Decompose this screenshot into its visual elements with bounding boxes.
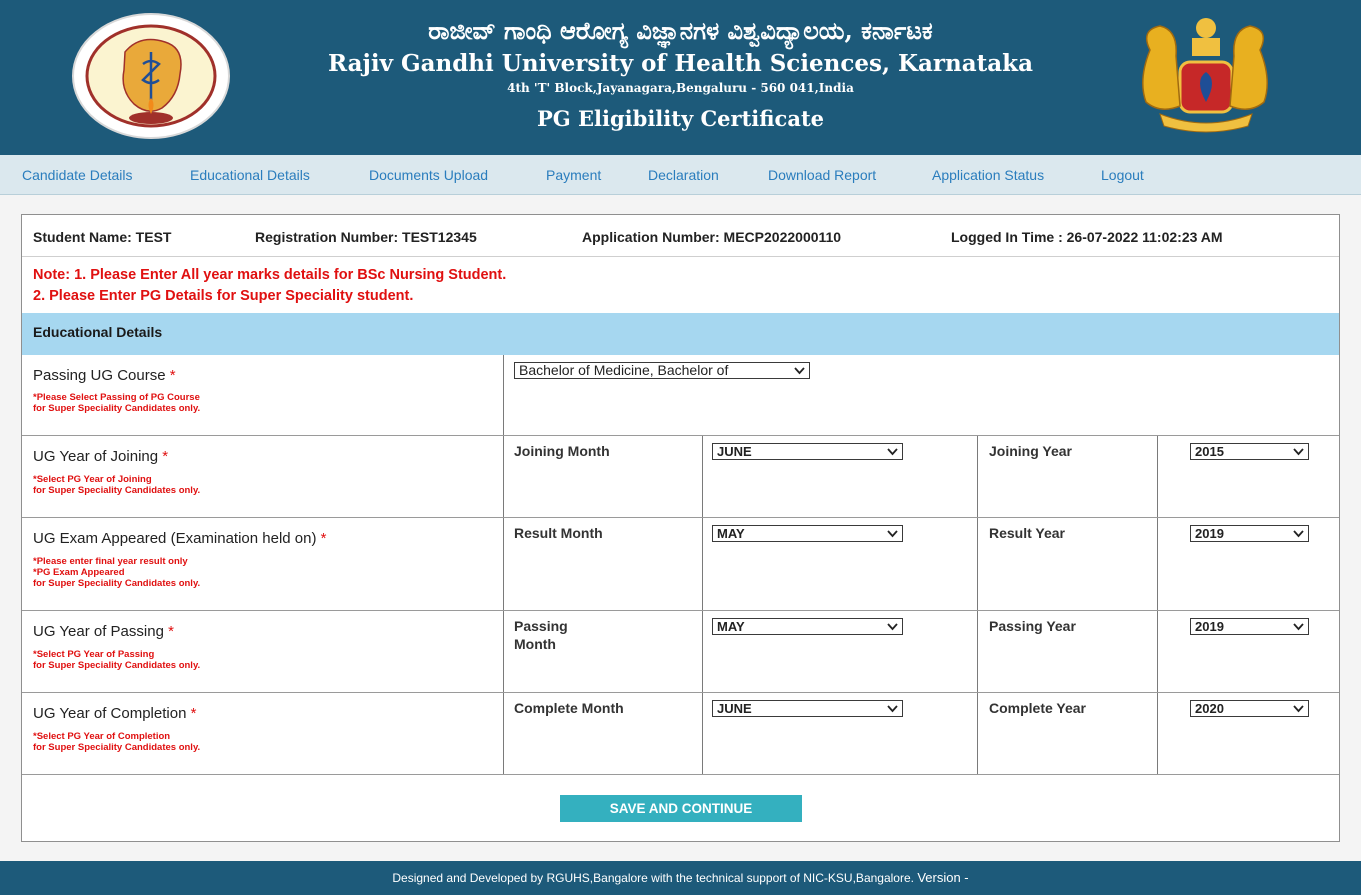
ug-course-hint-2: for Super Speciality Candidates only. (33, 403, 201, 414)
section-title: Educational Details (33, 324, 163, 340)
section-header: Educational Details (22, 313, 1339, 355)
ug-joining-hint-2: for Super Speciality Candidates only. (33, 485, 201, 496)
complete-year-select[interactable]: 2020 (1190, 700, 1309, 717)
ug-exam-hint-3: for Super Speciality Candidates only. (33, 578, 201, 589)
ug-course-label: Passing UG Course * (33, 367, 176, 384)
ug-exam-label: UG Exam Appeared (Examination held on) * (33, 530, 327, 547)
ug-passing-label: UG Year of Passing * (33, 623, 174, 640)
nav-declaration[interactable]: Declaration (648, 167, 719, 183)
joining-month-select[interactable]: JUNE (712, 443, 903, 460)
nav-application-status[interactable]: Application Status (932, 167, 1044, 183)
ug-joining-hint-1: *Select PG Year of Joining (33, 474, 152, 485)
ug-completion-label: UG Year of Completion * (33, 705, 197, 722)
joining-month-label: Joining Month (514, 443, 610, 459)
note-line-2: 2. Please Enter PG Details for Super Spe… (33, 288, 414, 304)
chevron-down-icon (1293, 448, 1304, 456)
chevron-down-icon (1293, 623, 1304, 631)
site-footer: Designed and Developed by RGUHS,Bangalor… (0, 861, 1361, 895)
footer-version: Version - (917, 870, 969, 885)
chevron-down-icon (887, 705, 898, 713)
ug-course-select[interactable]: Bachelor of Medicine, Bachelor of (514, 362, 810, 379)
complete-year-label: Complete Year (989, 700, 1087, 716)
nav-educational-details[interactable]: Educational Details (190, 167, 310, 183)
chevron-down-icon (1293, 705, 1304, 713)
student-name: Student Name: TEST (33, 229, 172, 245)
passing-month-label: Passing Month (514, 618, 568, 652)
passing-year-select[interactable]: 2019 (1190, 618, 1309, 635)
ug-joining-row: UG Year of Joining * *Select PG Year of … (22, 436, 1339, 518)
chevron-down-icon (794, 367, 805, 375)
chevron-down-icon (887, 623, 898, 631)
ug-completion-hint-2: for Super Speciality Candidates only. (33, 742, 201, 753)
ug-completion-hint-1: *Select PG Year of Completion (33, 731, 171, 742)
footer-credit: Designed and Developed by RGUHS,Bangalor… (392, 871, 914, 885)
ug-course-row: Passing UG Course * *Please Select Passi… (22, 355, 1339, 436)
ug-passing-hint-2: for Super Speciality Candidates only. (33, 660, 201, 671)
passing-year-label: Passing Year (989, 618, 1076, 634)
result-month-select[interactable]: MAY (712, 525, 903, 542)
result-year-select[interactable]: 2019 (1190, 525, 1309, 542)
registration-number: Registration Number: TEST12345 (255, 229, 477, 245)
application-number: Application Number: MECP2022000110 (582, 229, 842, 245)
ug-exam-hint-1: *Please enter final year result only (33, 556, 188, 567)
nav-candidate-details[interactable]: Candidate Details (22, 167, 133, 183)
ug-joining-label: UG Year of Joining * (33, 448, 169, 465)
nav-payment[interactable]: Payment (546, 167, 601, 183)
nav-documents-upload[interactable]: Documents Upload (369, 167, 488, 183)
note-line-1: Note: 1. Please Enter All year marks det… (33, 267, 507, 283)
ug-course-hint-1: *Please Select Passing of PG Course (33, 392, 200, 403)
page: ರಾಜೀವ್ ಗಾಂಧಿ ಆರೋಗ್ಯ ವಿಜ್ಞಾನಗಳ ವಿಶ್ವವಿದ್ಯ… (0, 0, 1361, 895)
save-and-continue-button[interactable]: SAVE AND CONTINUE (560, 795, 802, 822)
complete-month-select[interactable]: JUNE (712, 700, 903, 717)
chevron-down-icon (1293, 530, 1304, 538)
nav-download-report[interactable]: Download Report (768, 167, 876, 183)
main-nav: Candidate Details Educational Details Do… (0, 155, 1361, 195)
joining-year-select[interactable]: 2015 (1190, 443, 1309, 460)
result-year-label: Result Year (989, 525, 1066, 541)
joining-year-label: Joining Year (989, 443, 1072, 459)
ug-exam-hint-2: *PG Exam Appeared (33, 567, 125, 578)
student-info-bar: Student Name: TEST Registration Number: … (22, 215, 1339, 257)
ug-exam-row: UG Exam Appeared (Examination held on) *… (22, 518, 1339, 611)
ug-completion-row: UG Year of Completion * *Select PG Year … (22, 693, 1339, 775)
nav-logout[interactable]: Logout (1101, 167, 1144, 183)
educational-details-card: Student Name: TEST Registration Number: … (21, 214, 1340, 842)
logged-in-time: Logged In Time : 26-07-2022 11:02:23 AM (951, 229, 1223, 245)
ug-passing-row: UG Year of Passing * *Select PG Year of … (22, 611, 1339, 693)
passing-month-select[interactable]: MAY (712, 618, 903, 635)
site-header: ರಾಜೀವ್ ಗಾಂಧಿ ಆರೋಗ್ಯ ವಿಜ್ಞಾನಗಳ ವಿಶ್ವವಿದ್ಯ… (0, 0, 1361, 155)
chevron-down-icon (887, 448, 898, 456)
result-month-label: Result Month (514, 525, 603, 541)
chevron-down-icon (887, 530, 898, 538)
ug-passing-hint-1: *Select PG Year of Passing (33, 649, 155, 660)
karnataka-emblem (1120, 10, 1290, 142)
complete-month-label: Complete Month (514, 700, 624, 716)
